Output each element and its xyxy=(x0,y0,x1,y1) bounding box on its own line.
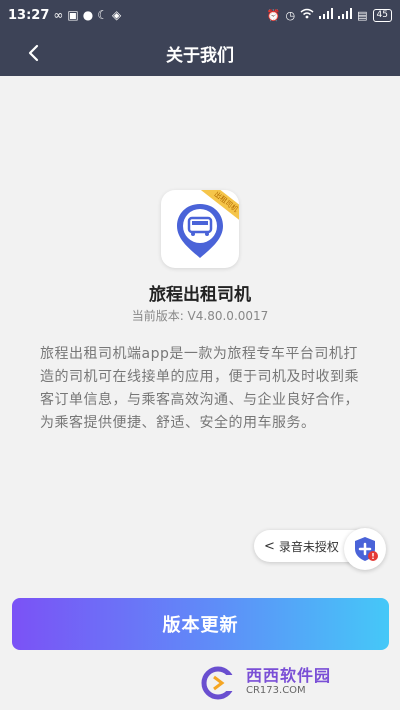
version-update-button[interactable]: 版本更新 xyxy=(12,598,389,650)
shield-plus-icon xyxy=(355,537,378,561)
clock-icon: ◷ xyxy=(285,8,296,22)
status-bar: 13:27 ∞ ▣ ● ☾ ◈ ⏰ ◷ ▤ 45 xyxy=(0,0,400,30)
chevron-left-icon xyxy=(28,44,39,62)
version-text: 当前版本: V4.80.0.0017 xyxy=(131,309,269,323)
wifi-icon xyxy=(300,8,314,22)
app-name: 旅程出租司机 xyxy=(149,285,251,305)
watermark-logo-icon xyxy=(201,666,240,700)
alarm-icon: ⏰ xyxy=(266,8,281,22)
shield-button[interactable] xyxy=(344,528,386,570)
infinity-icon: ∞ xyxy=(53,8,64,22)
nav-bar: 关于我们 xyxy=(0,30,400,76)
notification-icon: ▣ xyxy=(67,8,79,22)
app-logo-tile: 出租司机 xyxy=(161,190,239,268)
app-description: 旅程出租司机端app是一款为旅程专车平台司机打造的司机可在线接单的应用，便于司机… xyxy=(40,346,359,431)
recording-permission-label: 录音未授权 xyxy=(278,539,339,554)
compass-icon: ◈ xyxy=(111,8,122,22)
signal-icon xyxy=(319,8,334,22)
status-icons: ⏰ ◷ ▤ 45 xyxy=(267,8,392,22)
status-time: 13:27 xyxy=(8,7,50,23)
battery-icon: 45 xyxy=(372,8,392,22)
hd-icon: ▤ xyxy=(357,8,368,22)
back-button[interactable] xyxy=(18,38,48,68)
chat-icon: ● xyxy=(82,8,94,22)
watermark-title: 西西软件园 xyxy=(246,666,332,685)
watermark-url: CR173.COM xyxy=(246,685,306,696)
signal-2-icon xyxy=(338,8,353,22)
watermark: 西西软件园 CR173.COM xyxy=(200,662,390,704)
chevron-left-icon: < xyxy=(264,538,275,554)
moon-icon: ☾ xyxy=(97,8,108,22)
page-title: 关于我们 xyxy=(166,45,234,66)
app-logo: 出租司机 xyxy=(161,190,241,270)
